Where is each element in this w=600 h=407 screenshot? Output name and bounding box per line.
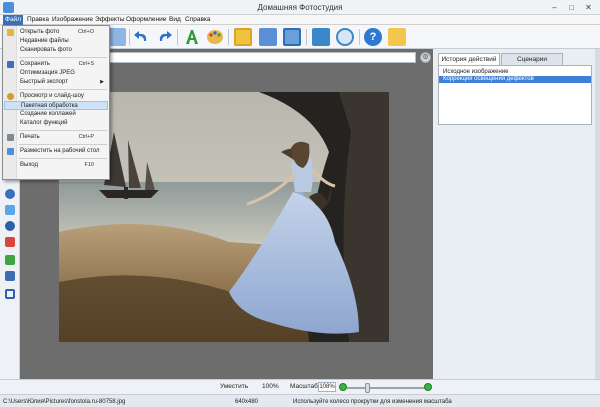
minimize-button[interactable]: –: [548, 2, 561, 13]
menu-image[interactable]: Изображение: [50, 15, 95, 25]
menu-item-open[interactable]: Открыть фото Ctrl+O: [4, 28, 108, 37]
menu-separator: [19, 144, 107, 145]
filter-tool-icon[interactable]: [5, 221, 15, 231]
menu-item-export[interactable]: Быстрый экспорт ▶: [4, 78, 108, 87]
palette-icon[interactable]: [206, 28, 224, 46]
crop-side-icon[interactable]: [5, 289, 15, 299]
history-item-selected[interactable]: Коррекция освещения дефектов: [439, 76, 591, 83]
scale-input[interactable]: 108%: [318, 382, 336, 392]
green-tool-icon[interactable]: [5, 271, 15, 281]
menu-design[interactable]: Оформление: [124, 15, 168, 25]
help-icon[interactable]: ?: [364, 28, 382, 46]
zoom-100-button[interactable]: 100%: [262, 383, 279, 391]
status-dimensions: 640x480: [235, 399, 259, 405]
toolbar-separator: [228, 29, 229, 45]
eye-tool-icon[interactable]: [5, 189, 15, 199]
vertical-scrollbar[interactable]: [595, 49, 600, 379]
status-file-path: C:\Users\Юлия\Pictures\fonstola.ru-80758…: [3, 399, 126, 405]
desktop-icon: [7, 148, 14, 155]
zoom-slider-thumb[interactable]: [365, 383, 370, 393]
fit-button[interactable]: Уместить: [220, 383, 248, 391]
window-title: Домашняя Фотостудия: [257, 3, 343, 12]
menu-effects[interactable]: Эффекты: [93, 15, 127, 25]
menu-edit[interactable]: Правка: [25, 15, 51, 25]
toolbar-separator: [177, 29, 178, 45]
maximize-button[interactable]: □: [565, 2, 578, 13]
menu-item-collage[interactable]: Создание коллажей: [4, 110, 108, 119]
zoom-in-icon[interactable]: [424, 383, 432, 391]
path-gear-icon[interactable]: ⚙: [420, 52, 431, 63]
slideshow-icon: [7, 93, 14, 100]
menu-item-desktop[interactable]: Разместить на рабочий стол: [4, 147, 108, 156]
menu-bar: Файл Правка Изображение Эффекты Оформлен…: [0, 15, 600, 25]
file-menu-dropdown: Открыть фото Ctrl+O Недавние файлы Скани…: [2, 25, 110, 180]
gift-box-icon[interactable]: [388, 28, 406, 46]
menu-item-jpeg[interactable]: Оптимизация JPEG: [4, 69, 108, 78]
menu-separator: [19, 158, 107, 159]
crop-tool-icon[interactable]: [108, 28, 126, 46]
menu-help[interactable]: Справка: [183, 15, 213, 25]
color-tool-icon[interactable]: [5, 237, 15, 247]
status-bar: C:\Users\Юлия\Pictures\fonstola.ru-80758…: [0, 394, 600, 407]
menu-item-catalog[interactable]: Каталог функций: [4, 119, 108, 128]
toolbar-separator: [359, 29, 360, 45]
menu-separator: [19, 57, 107, 58]
history-list: Исходное изображение Коррекция освещения…: [438, 65, 592, 125]
zoom-100-icon[interactable]: [336, 28, 354, 46]
menu-item-scan[interactable]: Сканировать фото: [4, 46, 108, 55]
zoom-out-icon[interactable]: [339, 383, 347, 391]
menu-item-batch[interactable]: Пакетная обработка: [4, 101, 108, 110]
path-field[interactable]: [108, 52, 416, 63]
folder-icon: [7, 29, 14, 36]
toolbar-separator: [306, 29, 307, 45]
menu-item-save[interactable]: Сохранить Ctrl+S: [4, 60, 108, 69]
menu-separator: [19, 89, 107, 90]
close-button[interactable]: ✕: [582, 2, 595, 13]
zoom-slider-track[interactable]: [347, 387, 427, 389]
status-hint: Используйте колесо прокрутки для изменен…: [293, 399, 452, 405]
layers-tool-icon[interactable]: [5, 255, 15, 265]
frame-icon[interactable]: [234, 28, 252, 46]
menu-item-print[interactable]: Печать Ctrl+P: [4, 133, 108, 142]
submenu-arrow-icon: ▶: [100, 79, 104, 85]
menu-view[interactable]: Вид: [167, 15, 183, 25]
right-panel: История действий Сценарии Исходное изобр…: [433, 49, 600, 379]
menu-separator: [19, 130, 107, 131]
undo-icon[interactable]: [133, 28, 151, 46]
title-bar: Домашняя Фотостудия – □ ✕: [0, 0, 600, 15]
menu-item-exit[interactable]: Выход F10: [4, 161, 108, 170]
scale-label: Масштаб:: [290, 383, 320, 390]
toolbar-separator: [129, 29, 130, 45]
fit-screen-icon[interactable]: [312, 28, 330, 46]
calendar-icon[interactable]: [259, 28, 277, 46]
save-icon: [7, 61, 14, 68]
menu-item-slideshow[interactable]: Просмотр и слайд-шоу: [4, 92, 108, 101]
menu-item-recent[interactable]: Недавние файлы: [4, 37, 108, 46]
history-item[interactable]: Исходное изображение: [439, 69, 591, 76]
text-tool-icon[interactable]: [183, 28, 201, 46]
postcard-icon[interactable]: [283, 28, 301, 46]
redo-icon[interactable]: [155, 28, 173, 46]
menu-file[interactable]: Файл: [3, 15, 23, 25]
brush-tool-icon[interactable]: [5, 205, 15, 215]
print-icon: [7, 134, 14, 141]
zoom-bar: Уместить 100% Масштаб: 108%: [0, 379, 600, 394]
